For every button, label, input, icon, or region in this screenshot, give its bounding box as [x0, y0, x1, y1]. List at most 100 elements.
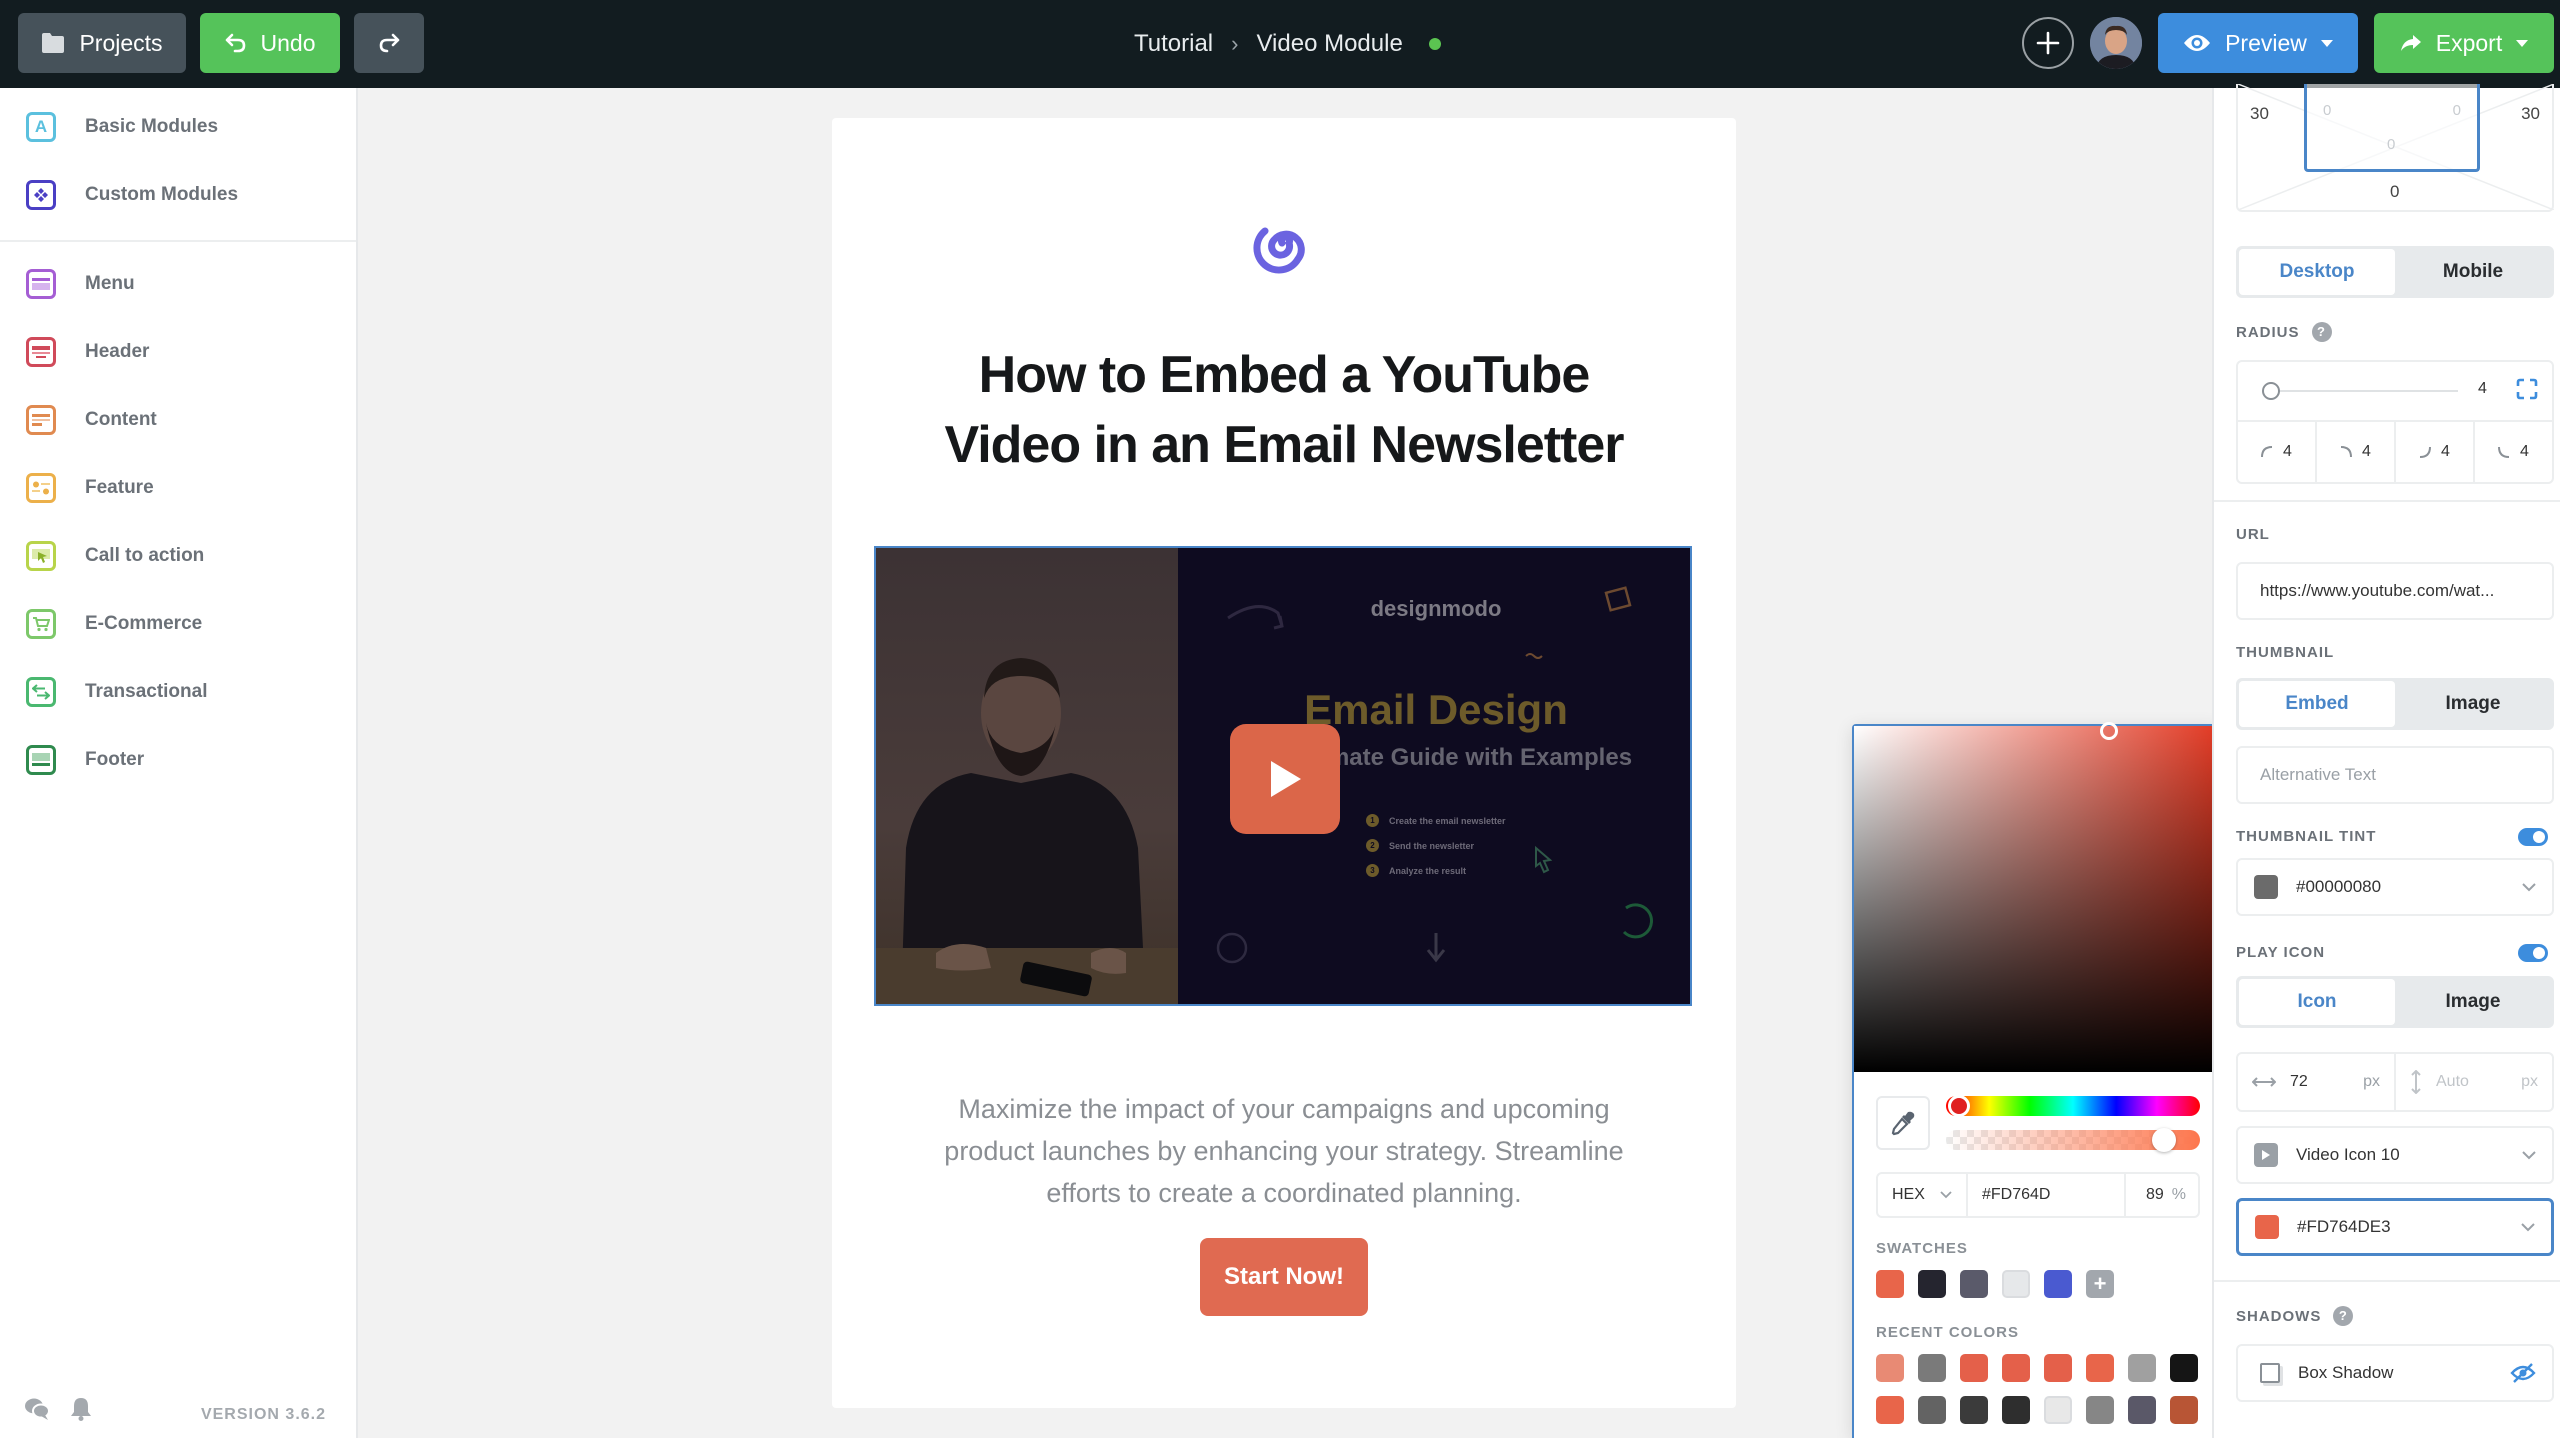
sidebar-item-header[interactable]: Header — [0, 322, 356, 382]
radius-bottom-right[interactable]: 4 — [2396, 422, 2475, 482]
breadcrumb-project[interactable]: Tutorial — [1134, 30, 1213, 58]
tab-embed[interactable]: Embed — [2239, 681, 2395, 727]
hex-input[interactable]: #FD764D — [1968, 1174, 2126, 1216]
help-icon[interactable]: ? — [2333, 1306, 2354, 1326]
sidebar-item-call-to-action[interactable]: Call to action — [0, 526, 356, 586]
recent-color-swatch[interactable] — [1918, 1354, 1946, 1382]
hue-slider-handle[interactable] — [1948, 1095, 1970, 1117]
recent-color-swatch[interactable] — [2086, 1354, 2114, 1382]
export-button[interactable]: Export — [2374, 13, 2554, 73]
width-input[interactable]: 72 px — [2238, 1054, 2396, 1110]
help-icon[interactable]: ? — [2311, 322, 2332, 342]
radius-slider-handle[interactable] — [2262, 382, 2280, 400]
projects-button[interactable]: Projects — [18, 13, 186, 73]
color-swatch[interactable] — [2044, 1270, 2072, 1298]
inner-right-value[interactable]: 0 — [2453, 102, 2461, 119]
plus-icon — [2036, 31, 2060, 55]
sidebar-item-e-commerce[interactable]: E-Commerce — [0, 594, 356, 654]
url-input[interactable]: https://www.youtube.com/wat... — [2236, 562, 2554, 620]
radius-top-right[interactable]: 4 — [2317, 422, 2396, 482]
video-thumbnail[interactable]: designmodo Email Design The Ultimate Gui… — [874, 546, 1692, 1006]
recent-color-swatch[interactable] — [2170, 1396, 2198, 1424]
recent-color-swatch[interactable] — [1960, 1396, 1988, 1424]
play-button[interactable] — [1230, 724, 1340, 834]
recent-color-swatch[interactable] — [1876, 1396, 1904, 1424]
recent-color-swatch[interactable] — [1918, 1396, 1946, 1424]
radius-top-left[interactable]: 4 — [2238, 422, 2317, 482]
tab-play-image[interactable]: Image — [2395, 979, 2551, 1025]
play-icon-toggle[interactable] — [2518, 943, 2548, 962]
notification-bell-icon[interactable] — [70, 1397, 92, 1426]
email-body-text[interactable]: Maximize the impact of your campaigns an… — [932, 1088, 1636, 1214]
start-now-button[interactable]: Start Now! — [1200, 1238, 1368, 1316]
hue-slider[interactable] — [1946, 1095, 2200, 1117]
height-input[interactable]: Auto px — [2396, 1054, 2552, 1110]
recent-color-swatch[interactable] — [1876, 1354, 1904, 1382]
chevron-down-icon — [2522, 1150, 2536, 1159]
opacity-input[interactable]: 89 % — [2126, 1186, 2198, 1204]
recent-color-swatch[interactable] — [2044, 1354, 2072, 1382]
preview-button[interactable]: Preview — [2158, 13, 2358, 73]
link-corners-icon[interactable] — [2516, 378, 2538, 400]
tab-desktop[interactable]: Desktop — [2239, 249, 2395, 295]
color-swatch[interactable] — [2002, 1270, 2030, 1298]
tab-mobile[interactable]: Mobile — [2395, 249, 2551, 295]
chat-icon[interactable] — [24, 1397, 50, 1426]
recent-color-swatch[interactable] — [1960, 1354, 1988, 1382]
saved-status-dot — [1428, 38, 1441, 50]
padding-bottom-value[interactable]: 0 — [2390, 182, 2399, 202]
sidebar-item-transactional[interactable]: Transactional — [0, 662, 356, 722]
redo-button[interactable] — [354, 13, 424, 73]
saturation-value-area[interactable] — [1854, 722, 2218, 1072]
eyedropper-button[interactable] — [1876, 1096, 1930, 1150]
opacity-slider-handle[interactable] — [2152, 1128, 2177, 1152]
radius-slider[interactable] — [2262, 390, 2458, 392]
undo-button[interactable]: Undo — [200, 13, 340, 73]
color-format-select[interactable]: HEX — [1878, 1174, 1968, 1216]
inner-left-value[interactable]: 0 — [2323, 102, 2331, 119]
properties-panel: 30 30 0 0 0 0 Desktop Mobile RADIUS ? 4 … — [2212, 84, 2560, 1438]
recent-color-swatch[interactable] — [2044, 1396, 2072, 1424]
undo-icon — [225, 33, 245, 53]
sidebar-item-footer[interactable]: Footer — [0, 730, 356, 790]
recent-color-swatch[interactable] — [2128, 1354, 2156, 1382]
preview-label: Preview — [2225, 29, 2307, 56]
thumbnail-tint-toggle[interactable] — [2518, 827, 2548, 846]
sidebar-item-feature[interactable]: Feature — [0, 458, 356, 518]
recent-color-swatch[interactable] — [2128, 1396, 2156, 1424]
recent-color-swatch[interactable] — [2170, 1354, 2198, 1382]
play-icon-style-select[interactable]: Video Icon 10 — [2236, 1126, 2554, 1184]
inner-bottom-value[interactable]: 0 — [2387, 136, 2395, 153]
diamond-grid-icon — [26, 180, 56, 210]
horizontal-arrows-icon — [2252, 1077, 2276, 1087]
color-swatch[interactable] — [1876, 1270, 1904, 1298]
user-avatar[interactable] — [2090, 17, 2142, 69]
padding-left-value[interactable]: 30 — [2250, 104, 2269, 124]
add-swatch-button[interactable]: + — [2086, 1270, 2114, 1298]
email-headline[interactable]: How to Embed a YouTube Video in an Email… — [832, 340, 1736, 480]
sidebar-item-menu[interactable]: Menu — [0, 254, 356, 314]
tab-image[interactable]: Image — [2395, 681, 2551, 727]
radius-value[interactable]: 4 — [2478, 380, 2487, 398]
tab-icon[interactable]: Icon — [2239, 979, 2395, 1025]
box-shadow-row[interactable]: Box Shadow — [2236, 1344, 2554, 1402]
add-button[interactable] — [2022, 17, 2074, 69]
radius-bottom-left[interactable]: 4 — [2475, 422, 2552, 482]
color-swatch[interactable] — [1960, 1270, 1988, 1298]
color-swatch[interactable] — [1918, 1270, 1946, 1298]
recent-color-swatch[interactable] — [2002, 1396, 2030, 1424]
alt-text-input[interactable]: Alternative Text — [2236, 746, 2554, 804]
breadcrumb: Tutorial › Video Module — [1134, 0, 1441, 88]
recent-color-swatch[interactable] — [2086, 1396, 2114, 1424]
saturation-handle[interactable] — [2100, 722, 2118, 740]
play-icon-color-select[interactable]: #FD764DE3 — [2236, 1198, 2554, 1256]
sidebar-item-basic-modules[interactable]: A Basic Modules — [0, 97, 356, 157]
padding-right-value[interactable]: 30 — [2521, 104, 2540, 124]
opacity-slider[interactable] — [1946, 1128, 2200, 1152]
recent-color-swatch[interactable] — [2002, 1354, 2030, 1382]
thumbnail-tint-select[interactable]: #00000080 — [2236, 858, 2554, 916]
sidebar-item-custom-modules[interactable]: Custom Modules — [0, 165, 356, 225]
eye-hidden-icon[interactable] — [2510, 1362, 2536, 1384]
sidebar-item-content[interactable]: Content — [0, 390, 356, 450]
sidebar-item-label: Custom Modules — [85, 184, 239, 205]
